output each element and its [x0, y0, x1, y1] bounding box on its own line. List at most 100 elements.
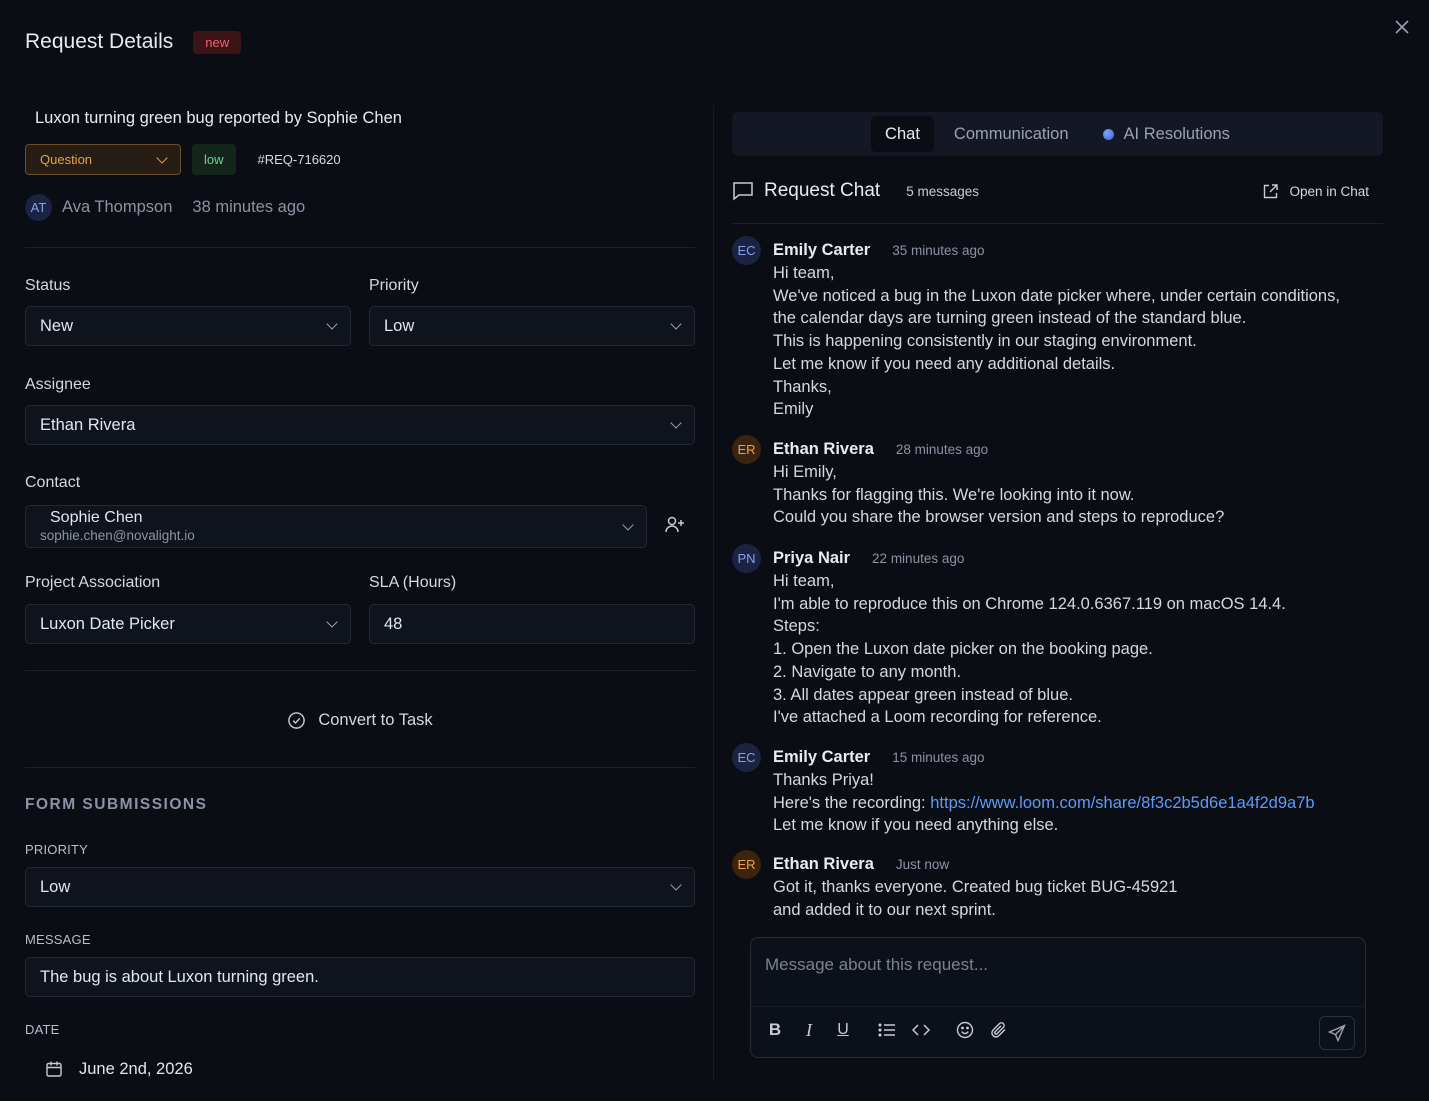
message-line: 1. Open the Luxon date picker on the boo… [773, 640, 1153, 659]
message-time: 35 minutes ago [892, 242, 985, 258]
message-time: 15 minutes ago [892, 749, 985, 765]
composer-placeholder: Message about this request... [765, 955, 989, 974]
message-line: 2. Navigate to any month. [773, 662, 962, 681]
message-line: Here's the recording: https://www.loom.c… [773, 792, 1372, 815]
emoji-icon[interactable] [955, 1020, 975, 1040]
sender-name: Ethan Rivera [773, 439, 874, 458]
add-contact-icon[interactable] [664, 514, 686, 541]
panel-header: Request Details new [25, 30, 242, 54]
status-badge: new [193, 30, 242, 54]
assignee-select[interactable]: Ethan Rivera [25, 405, 695, 445]
message-line: I've attached a Loom recording for refer… [773, 708, 1102, 727]
send-button[interactable] [1319, 1016, 1355, 1050]
divider [25, 767, 695, 768]
open-in-chat-label: Open in Chat [1289, 183, 1369, 199]
page-title: Request Details [25, 30, 174, 53]
chevron-down-icon [670, 318, 682, 330]
message-line: Let me know if you need anything else. [773, 816, 1059, 835]
priority-select[interactable]: Low [369, 306, 695, 346]
list-icon[interactable] [877, 1020, 897, 1040]
message-line: Hi Emily, [773, 463, 837, 481]
form-message-label: MESSAGE [25, 932, 91, 947]
divider [751, 1006, 1365, 1007]
form-date-value: June 2nd, 2026 [79, 1059, 193, 1078]
message-line: Hi team, [773, 264, 835, 282]
code-icon[interactable] [911, 1020, 931, 1040]
chat-message: EC Emily Carter 15 minutes ago Thanks Pri… [732, 743, 1372, 837]
sla-label: SLA (Hours) [369, 574, 457, 591]
message-line: and added it to our next sprint. [773, 900, 996, 919]
form-message-value: The bug is about Luxon turning green. [40, 967, 319, 986]
sla-value: 48 [384, 614, 403, 633]
message-count: 5 messages [906, 183, 979, 199]
request-chips: Question low #REQ-716620 [25, 144, 341, 175]
form-priority-label: PRIORITY [25, 842, 88, 857]
panel-divider [713, 105, 714, 1080]
italic-icon[interactable]: I [799, 1020, 819, 1040]
chevron-down-icon [326, 318, 338, 330]
status-select[interactable]: New [25, 306, 351, 346]
contact-select[interactable]: Sophie Chen sophie.chen@novalight.io [25, 505, 647, 548]
form-date-field[interactable]: June 2nd, 2026 [25, 1048, 695, 1090]
underline-icon[interactable]: U [833, 1020, 853, 1040]
external-link-icon [1264, 183, 1279, 198]
avatar: AT [25, 194, 52, 221]
type-select[interactable]: Question [25, 144, 181, 175]
attachment-icon[interactable] [989, 1020, 1009, 1040]
message-line: I'm able to reproduce this on Chrome 124… [773, 594, 1286, 613]
sla-input[interactable]: 48 [369, 604, 695, 644]
assignee-label: Assignee [25, 376, 91, 393]
formatting-toolbar: B I U [765, 1020, 1009, 1040]
chat-message: ER Ethan Rivera 28 minutes ago Hi Emily, … [732, 435, 1372, 529]
recording-link[interactable]: https://www.loom.com/share/8f3c2b5d6e1a4… [930, 794, 1314, 812]
avatar: PN [732, 544, 761, 573]
project-label: Project Association [25, 574, 161, 591]
message-line: 3. All dates appear green instead of blu… [773, 685, 1073, 704]
chat-message: EC Emily Carter 35 minutes ago Hi team, W… [732, 236, 1372, 421]
divider [25, 247, 695, 248]
request-author: AT Ava Thompson 38 minutes ago [25, 194, 305, 221]
chat-title: Request Chat [764, 180, 881, 201]
ai-sparkle-icon [1102, 128, 1114, 140]
sender-name: Priya Nair [773, 548, 851, 567]
tab-ai-resolutions[interactable]: AI Resolutions [1089, 116, 1244, 152]
check-circle-icon [288, 711, 306, 729]
form-message-input[interactable]: The bug is about Luxon turning green. [25, 957, 695, 997]
message-line: the calendar days are turning green inst… [773, 309, 1247, 328]
message-line: This is happening consistently in our st… [773, 332, 1197, 351]
tab-ai-label: AI Resolutions [1123, 124, 1230, 143]
chevron-down-icon [156, 151, 168, 164]
request-title: Luxon turning green bug reported by Soph… [35, 109, 402, 127]
form-date-label: DATE [25, 1022, 60, 1037]
tab-communication[interactable]: Communication [940, 116, 1083, 152]
message-time: 22 minutes ago [872, 550, 965, 566]
bold-icon[interactable]: B [765, 1020, 785, 1040]
chevron-down-icon [622, 518, 634, 531]
form-priority-select[interactable]: Low [25, 867, 695, 907]
request-id: #REQ-716620 [257, 152, 341, 167]
open-in-chat-button[interactable]: Open in Chat [1262, 183, 1369, 200]
avatar: ER [732, 435, 761, 464]
chevron-down-icon [670, 417, 682, 429]
chat-bubble-icon [733, 182, 753, 201]
chat-message: ER Ethan Rivera Just now Got it, thanks e… [732, 850, 1372, 921]
assignee-value: Ethan Rivera [40, 415, 136, 434]
message-line: Thanks for flagging this. We're looking … [773, 485, 1135, 504]
status-value: New [40, 316, 74, 335]
avatar: ER [732, 850, 761, 879]
sender-name: Ethan Rivera [773, 854, 874, 873]
close-icon[interactable] [1395, 18, 1409, 39]
convert-to-task-button[interactable]: Convert to Task [25, 700, 695, 740]
message-line: Hi team, [773, 572, 835, 590]
tab-chat[interactable]: Chat [871, 116, 934, 152]
project-value: Luxon Date Picker [40, 614, 175, 633]
priority-chip: low [192, 144, 236, 175]
type-value: Question [40, 152, 93, 167]
divider [25, 670, 695, 671]
convert-label: Convert to Task [318, 710, 433, 729]
project-select[interactable]: Luxon Date Picker [25, 604, 351, 644]
chevron-down-icon [670, 879, 682, 891]
message-composer[interactable]: Message about this request... B I U [750, 937, 1366, 1058]
chat-message: PN Priya Nair 22 minutes ago Hi team, I'm… [732, 544, 1372, 729]
chat-header: Request Chat 5 messages Open in Chat [732, 180, 1383, 202]
